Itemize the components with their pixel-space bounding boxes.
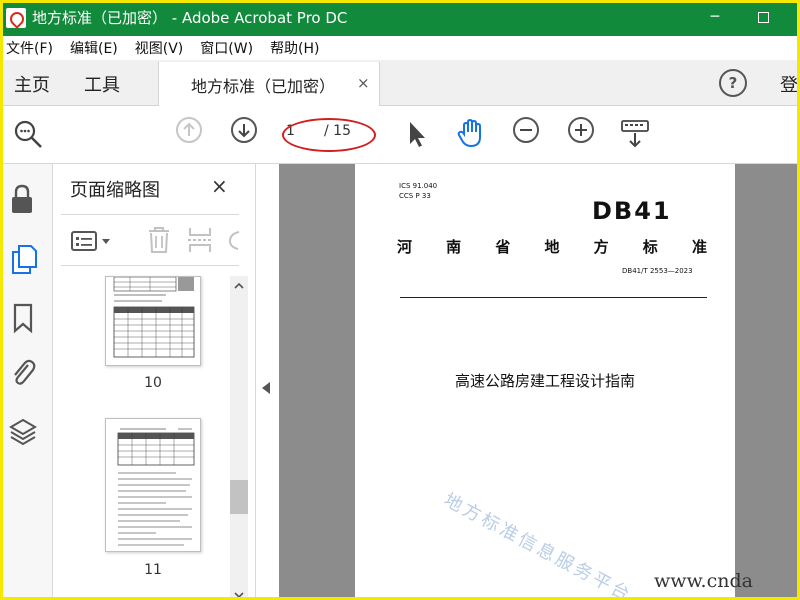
keyboard-scroll-icon[interactable] bbox=[620, 118, 650, 150]
ccs-code: CCS P 33 bbox=[399, 192, 431, 200]
thumbnail-scrollbar[interactable] bbox=[230, 276, 248, 600]
rotate-page-icon[interactable] bbox=[226, 226, 240, 254]
header-rule bbox=[400, 297, 707, 298]
layers-icon[interactable] bbox=[8, 416, 38, 448]
window-title: 地方标准（已加密） - Adobe Acrobat Pro DC bbox=[32, 9, 348, 27]
ics-classification: ICS 91.040 CCS P 33 bbox=[399, 181, 437, 201]
tab-document[interactable]: 地方标准（已加密） × bbox=[158, 62, 380, 106]
heading-char: 准 bbox=[691, 238, 707, 256]
scroll-up-arrow-icon[interactable] bbox=[233, 280, 245, 292]
page-highlight-circle bbox=[282, 118, 376, 152]
bookmark-icon[interactable] bbox=[11, 302, 35, 334]
heading-char: 标 bbox=[642, 238, 658, 256]
page-thumbnail-11[interactable] bbox=[105, 418, 201, 552]
delete-page-icon[interactable] bbox=[146, 225, 172, 255]
heading-char: 方 bbox=[593, 238, 609, 256]
document-tab-label: 地方标准（已加密） bbox=[191, 77, 336, 96]
standard-mark: DB41 bbox=[592, 197, 672, 225]
close-tab-button[interactable]: × bbox=[357, 74, 370, 92]
menu-help[interactable]: 帮助(H) bbox=[270, 38, 319, 58]
maximize-icon bbox=[757, 11, 769, 23]
page-up-icon[interactable] bbox=[176, 117, 202, 143]
site-watermark: www.cnda bbox=[654, 570, 753, 592]
standard-code: DB41/T 2553—2023 bbox=[622, 267, 693, 275]
heading-char: 省 bbox=[495, 238, 511, 256]
attachment-icon[interactable] bbox=[8, 357, 38, 389]
zoom-search-icon[interactable] bbox=[12, 118, 44, 150]
menu-window[interactable]: 窗口(W) bbox=[200, 38, 253, 58]
tab-home[interactable]: 主页 bbox=[14, 71, 50, 97]
menu-file[interactable]: 文件(F) bbox=[6, 38, 53, 58]
close-panel-button[interactable]: × bbox=[211, 174, 228, 198]
page-down-icon[interactable] bbox=[231, 117, 257, 143]
menu-view[interactable]: 视图(V) bbox=[135, 38, 184, 58]
heading-char: 地 bbox=[544, 238, 560, 256]
help-icon[interactable]: ? bbox=[719, 69, 747, 97]
title-bar: 地方标准（已加密） - Adobe Acrobat Pro DC ─ bbox=[0, 0, 800, 36]
ics-code: ICS 91.040 bbox=[399, 182, 438, 190]
scrollbar-thumb[interactable] bbox=[230, 480, 248, 514]
menu-edit[interactable]: 编辑(E) bbox=[70, 38, 118, 58]
collapse-panel-icon[interactable] bbox=[262, 382, 270, 394]
zoom-out-icon[interactable] bbox=[513, 117, 539, 143]
maximize-button[interactable] bbox=[748, 4, 778, 30]
tab-tools[interactable]: 工具 bbox=[84, 71, 120, 97]
thumbnail-options-icon[interactable] bbox=[70, 228, 116, 254]
acrobat-icon[interactable] bbox=[6, 8, 26, 28]
province-standard-heading: 河 南 省 地 方 标 准 bbox=[397, 236, 707, 257]
thumbnail-label-11: 11 bbox=[144, 562, 162, 578]
panel-title: 页面缩略图 bbox=[70, 180, 160, 201]
insert-page-icon[interactable] bbox=[186, 225, 214, 255]
select-arrow-icon[interactable] bbox=[404, 119, 430, 149]
minimize-button[interactable]: ─ bbox=[700, 4, 730, 30]
zoom-in-icon[interactable] bbox=[568, 117, 594, 143]
heading-char: 南 bbox=[446, 238, 462, 256]
lock-icon[interactable] bbox=[9, 183, 35, 215]
pages-icon[interactable] bbox=[10, 243, 38, 275]
page-thumbnail-10[interactable] bbox=[105, 276, 201, 366]
sign-in-link[interactable]: 登 bbox=[780, 71, 798, 97]
document-title: 高速公路房建工程设计指南 bbox=[455, 372, 636, 390]
scroll-down-arrow-icon[interactable] bbox=[233, 590, 245, 600]
hand-tool-icon[interactable] bbox=[455, 116, 489, 150]
thumbnail-label-10: 10 bbox=[144, 375, 162, 391]
tab-row: 主页 工具 地方标准（已加密） × bbox=[0, 60, 800, 106]
heading-char: 河 bbox=[397, 238, 413, 256]
menu-bar: 文件(F) 编辑(E) 视图(V) 窗口(W) 帮助(H) bbox=[0, 36, 800, 60]
toolbar bbox=[0, 106, 800, 164]
